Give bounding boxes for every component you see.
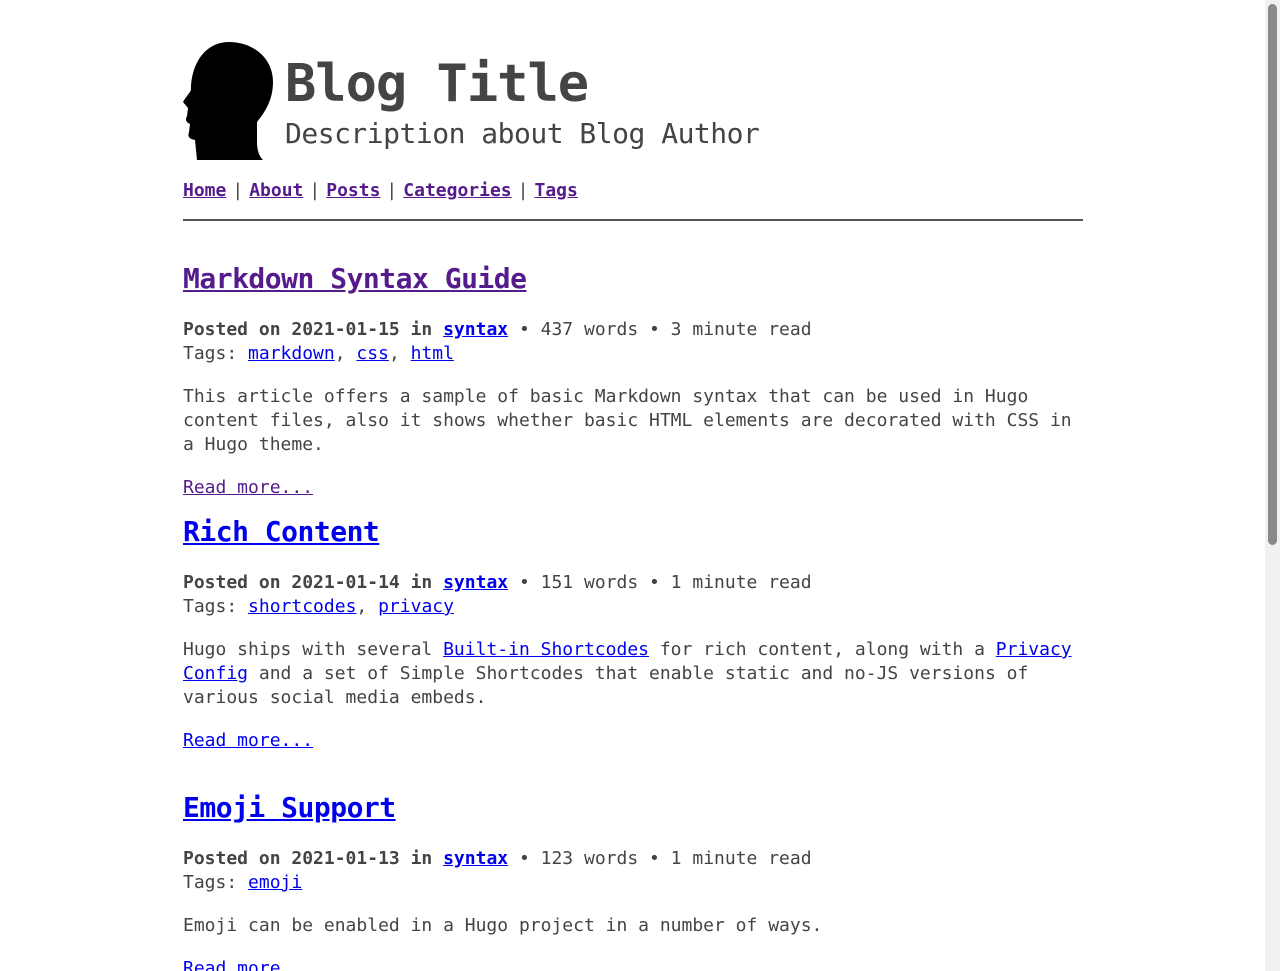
post-tags: Tags: shortcodes, privacy bbox=[183, 596, 454, 617]
nav-link-categories[interactable]: Categories bbox=[403, 180, 511, 201]
post-title-link[interactable]: Rich Content bbox=[183, 515, 380, 548]
tag-link[interactable]: markdown bbox=[248, 343, 335, 364]
post-date: Posted on 2021-01-15 in bbox=[183, 319, 433, 340]
post-tags: Tags: emoji bbox=[183, 871, 1083, 895]
post-stats: • 151 words • 1 minute read bbox=[508, 572, 812, 593]
post-title-link[interactable]: Emoji Support bbox=[183, 791, 396, 824]
tag-link[interactable]: shortcodes bbox=[248, 596, 356, 617]
main-nav: Home | About | Posts | Categories | Tags bbox=[183, 178, 578, 204]
post-meta: Posted on 2021-01-14 in syntax • 151 wor… bbox=[183, 571, 1083, 595]
nav-separator: | bbox=[386, 180, 398, 201]
tag-link[interactable]: css bbox=[356, 343, 389, 364]
post-title: Rich Content bbox=[183, 515, 1083, 549]
tags-label: Tags: bbox=[183, 343, 238, 364]
read-more-link[interactable]: Read more... bbox=[183, 476, 313, 500]
post-title: Markdown Syntax Guide bbox=[183, 262, 1083, 296]
post-excerpt: Emoji can be enabled in a Hugo project i… bbox=[183, 915, 823, 936]
header-divider bbox=[183, 219, 1083, 221]
category-link[interactable]: syntax bbox=[443, 319, 508, 340]
tag-link[interactable]: emoji bbox=[248, 872, 302, 893]
post-summary: Markdown Syntax Guide Posted on 2021-01-… bbox=[183, 262, 1083, 500]
blog-description: Description about Blog Author bbox=[285, 117, 760, 150]
category-link[interactable]: syntax bbox=[443, 848, 508, 869]
nav-separator: | bbox=[517, 180, 529, 201]
post-excerpt: This article offers a sample of basic Ma… bbox=[183, 386, 1072, 455]
post-excerpt: Hugo ships with several Built-in Shortco… bbox=[183, 638, 1083, 710]
nav-link-posts[interactable]: Posts bbox=[326, 180, 380, 201]
post-tags: Tags: markdown, css, html bbox=[183, 343, 454, 364]
excerpt-text: and a set of Simple Shortcodes that enab… bbox=[183, 663, 1029, 708]
nav-separator: | bbox=[232, 180, 244, 201]
post-title-link[interactable]: Markdown Syntax Guide bbox=[183, 262, 527, 295]
post-summary: Emoji Support Posted on 2021-01-13 in sy… bbox=[183, 791, 1083, 971]
post-stats: • 123 words • 1 minute read bbox=[508, 848, 812, 869]
post-date: Posted on 2021-01-13 in bbox=[183, 848, 433, 869]
tags-label: Tags: bbox=[183, 596, 238, 617]
page: Blog Title Description about Blog Author… bbox=[183, 0, 1083, 971]
read-more-link[interactable]: Read more... bbox=[183, 957, 313, 971]
post-meta: Posted on 2021-01-15 in syntax • 437 wor… bbox=[183, 318, 1083, 342]
blog-title: Blog Title bbox=[285, 54, 589, 114]
read-more-link[interactable]: Read more... bbox=[183, 729, 313, 753]
nav-separator: | bbox=[309, 180, 321, 201]
tag-link[interactable]: privacy bbox=[378, 596, 454, 617]
post-date: Posted on 2021-01-14 in bbox=[183, 572, 433, 593]
scrollbar-thumb[interactable] bbox=[1268, 4, 1277, 545]
post-meta: Posted on 2021-01-13 in syntax • 123 wor… bbox=[183, 847, 1083, 871]
vertical-scrollbar[interactable] bbox=[1265, 0, 1280, 971]
site-header: Blog Title Description about Blog Author… bbox=[183, 0, 1083, 222]
post-title: Emoji Support bbox=[183, 791, 1083, 825]
post-stats: • 437 words • 3 minute read bbox=[508, 319, 812, 340]
excerpt-text: Hugo ships with several bbox=[183, 639, 444, 660]
builtin-shortcodes-link[interactable]: Built-in Shortcodes bbox=[443, 639, 649, 660]
nav-link-about[interactable]: About bbox=[249, 180, 303, 201]
author-head-icon bbox=[183, 42, 273, 160]
nav-link-home[interactable]: Home bbox=[183, 180, 226, 201]
tags-label: Tags: bbox=[183, 872, 238, 893]
category-link[interactable]: syntax bbox=[443, 572, 508, 593]
excerpt-text: for rich content, along with a bbox=[649, 639, 996, 660]
tag-link[interactable]: html bbox=[411, 343, 454, 364]
post-summary: Rich Content Posted on 2021-01-14 in syn… bbox=[183, 515, 1083, 753]
nav-link-tags[interactable]: Tags bbox=[534, 180, 577, 201]
